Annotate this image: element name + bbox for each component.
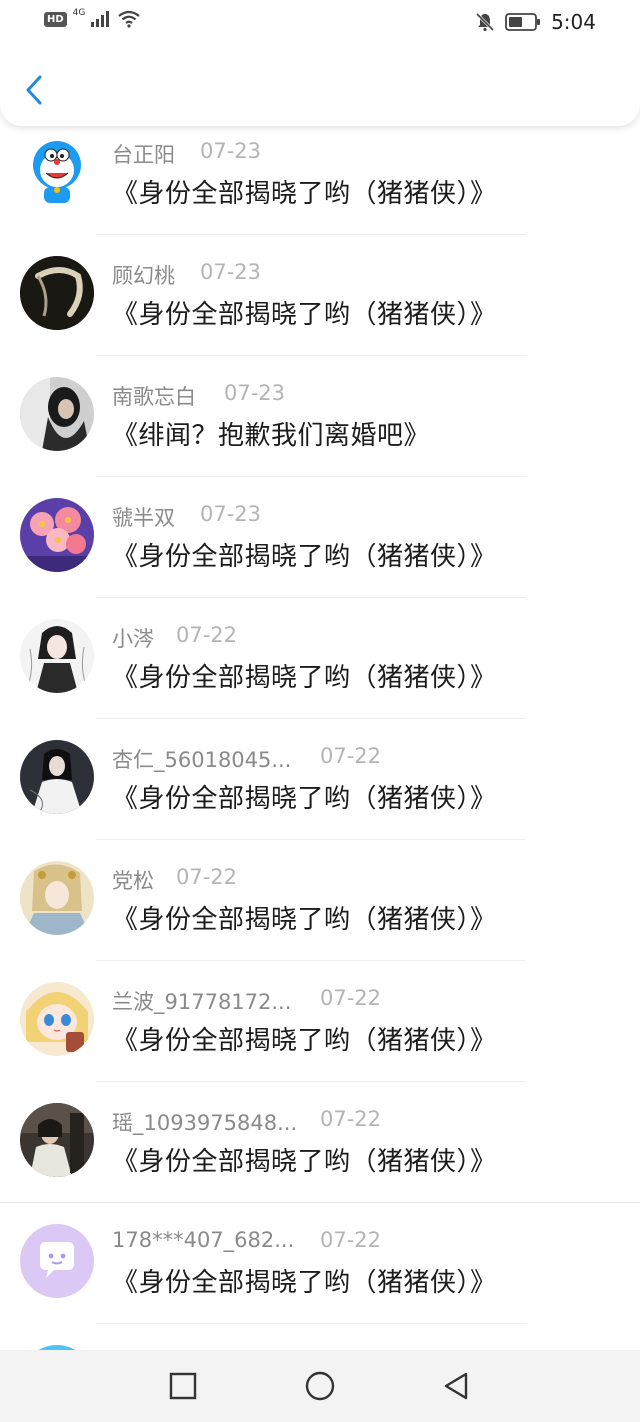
item-date: 07-22: [176, 865, 238, 889]
avatar[interactable]: [20, 1224, 94, 1298]
item-date: 07-22: [176, 623, 238, 647]
user-name: 杏仁_56018045...: [112, 748, 292, 772]
row-divider: [96, 1081, 526, 1082]
item-meta: 杏仁_56018045... 07-22: [112, 744, 381, 774]
avatar[interactable]: [20, 740, 94, 814]
list-item[interactable]: 顾幻桃 07-23 《身份全部揭晓了哟（猪猪侠）》: [0, 242, 640, 363]
status-bar-right: 5:04: [475, 10, 596, 34]
book-title[interactable]: 《绯闻？抱歉我们离婚吧》: [112, 415, 430, 452]
item-meta: 顾幻桃 07-23: [112, 260, 261, 290]
user-name: 顾幻桃: [112, 264, 175, 288]
network-type: 4G: [72, 8, 86, 18]
home-button[interactable]: [302, 1368, 338, 1404]
book-title[interactable]: 《身份全部揭晓了哟（猪猪侠）》: [112, 657, 497, 694]
row-divider: [96, 234, 526, 235]
row-divider: [96, 1323, 526, 1324]
system-nav-bar: [0, 1350, 640, 1422]
user-name: 台正阳: [112, 143, 175, 167]
status-bar: HD 4G 5:04: [0, 0, 640, 44]
list-item[interactable]: 瑶_1093975848... 07-22 《身份全部揭晓了哟（猪猪侠）》: [0, 1089, 640, 1210]
status-bar-left: HD 4G: [44, 8, 141, 28]
list-item[interactable]: 台正阳 07-23 《身份全部揭晓了哟（猪猪侠）》: [0, 121, 640, 242]
back-nav-button[interactable]: [438, 1368, 474, 1404]
avatar[interactable]: [20, 982, 94, 1056]
row-divider: [96, 355, 526, 356]
book-title[interactable]: 《身份全部揭晓了哟（猪猪侠）》: [112, 1262, 497, 1299]
battery-icon: [505, 13, 541, 31]
clock: 5:04: [551, 10, 596, 34]
hd-badge: HD: [44, 11, 67, 27]
avatar[interactable]: [20, 256, 94, 330]
user-name: 瑶_1093975848...: [112, 1111, 298, 1135]
avatar[interactable]: [20, 498, 94, 572]
item-date: 07-23: [200, 260, 262, 284]
chevron-left-icon: [26, 75, 42, 105]
item-date: 07-22: [320, 1228, 382, 1252]
item-date: 07-23: [200, 502, 262, 526]
item-date: 07-22: [320, 744, 382, 768]
list-item[interactable]: 兰波_91778172... 07-22 《身份全部揭晓了哟（猪猪侠）》: [0, 968, 640, 1089]
book-title[interactable]: 《身份全部揭晓了哟（猪猪侠）》: [112, 778, 497, 815]
wifi-icon: [118, 10, 141, 28]
circle-icon: [305, 1371, 335, 1401]
list-item[interactable]: 178***407_682... 07-22 《身份全部揭晓了哟（猪猪侠）》: [0, 1210, 640, 1331]
row-divider: [96, 597, 526, 598]
item-meta: 兰波_91778172... 07-22: [112, 986, 381, 1016]
row-divider: [96, 718, 526, 719]
item-date: 07-23: [200, 139, 262, 163]
row-divider: [96, 839, 526, 840]
book-title[interactable]: 《身份全部揭晓了哟（猪猪侠）》: [112, 173, 497, 210]
book-title[interactable]: 《身份全部揭晓了哟（猪猪侠）》: [112, 1141, 497, 1178]
item-date: 07-22: [320, 1107, 382, 1131]
list-item[interactable]: 南歌忘白 07-23 《绯闻？抱歉我们离婚吧》: [0, 363, 640, 484]
avatar[interactable]: [20, 377, 94, 451]
avatar[interactable]: [20, 1103, 94, 1177]
item-meta: 虢半双 07-23: [112, 502, 261, 532]
item-meta: 党松 07-22: [112, 865, 237, 895]
user-name: 党松: [112, 869, 154, 893]
book-title[interactable]: 《身份全部揭晓了哟（猪猪侠）》: [112, 1020, 497, 1057]
book-title[interactable]: 《身份全部揭晓了哟（猪猪侠）》: [112, 536, 497, 573]
signal-icon: [91, 11, 110, 27]
item-meta: 瑶_1093975848... 07-22: [112, 1107, 381, 1137]
triangle-back-icon: [444, 1372, 468, 1400]
recent-apps-button[interactable]: [165, 1368, 201, 1404]
user-name: 小涔: [112, 627, 154, 651]
user-name: 虢半双: [112, 506, 175, 530]
avatar[interactable]: [20, 861, 94, 935]
square-icon: [169, 1372, 197, 1400]
item-date: 07-23: [224, 381, 286, 405]
list-item[interactable]: 杏仁_56018045... 07-22 《身份全部揭晓了哟（猪猪侠）》: [0, 726, 640, 847]
row-divider: [96, 476, 526, 477]
item-date: 07-22: [320, 986, 382, 1010]
list-item[interactable]: 小涔 07-22 《身份全部揭晓了哟（猪猪侠）》: [0, 605, 640, 726]
user-name: 兰波_91778172...: [112, 990, 292, 1014]
item-meta: 小涔 07-22: [112, 623, 237, 653]
item-meta: 台正阳 07-23: [112, 139, 261, 169]
mute-bell-icon: [476, 12, 495, 32]
list-item[interactable]: 党松 07-22 《身份全部揭晓了哟（猪猪侠）》: [0, 847, 640, 968]
user-name: 南歌忘白: [112, 385, 196, 409]
book-title[interactable]: 《身份全部揭晓了哟（猪猪侠）》: [112, 899, 497, 936]
item-meta: 178***407_682... 07-22: [112, 1228, 381, 1252]
avatar[interactable]: [20, 619, 94, 693]
top-header: [0, 40, 640, 126]
row-divider: [96, 960, 526, 961]
item-meta: 南歌忘白 07-23: [112, 381, 285, 411]
row-divider: [0, 1202, 640, 1203]
avatar[interactable]: [20, 135, 94, 209]
back-button[interactable]: [16, 70, 56, 110]
user-name: 178***407_682...: [112, 1228, 295, 1252]
list-item[interactable]: 虢半双 07-23 《身份全部揭晓了哟（猪猪侠）》: [0, 484, 640, 605]
book-title[interactable]: 《身份全部揭晓了哟（猪猪侠）》: [112, 294, 497, 331]
